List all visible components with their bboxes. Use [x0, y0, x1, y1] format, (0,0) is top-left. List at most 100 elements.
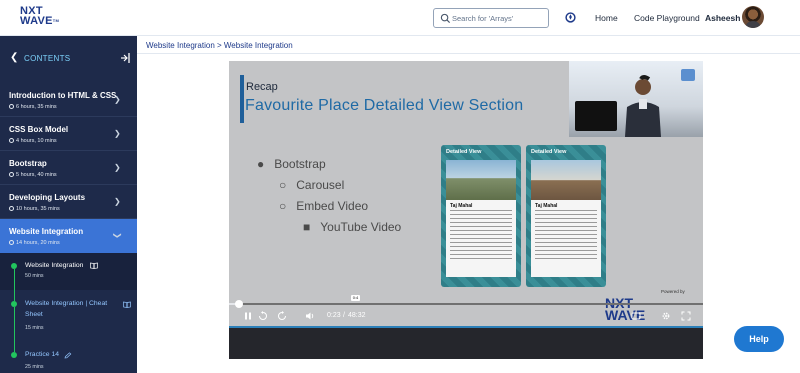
search-icon: [440, 13, 451, 24]
place-image: [531, 160, 601, 200]
slide-bullet-level1: ● Bootstrap: [257, 157, 326, 171]
avatar[interactable]: [742, 6, 764, 28]
lesson-title: Practice 14: [25, 351, 60, 358]
phone-header: Detailed View: [446, 149, 482, 155]
lesson-practice-14[interactable]: Practice 14 25 mins: [0, 340, 137, 373]
book-icon: [90, 262, 98, 269]
chevron-left-icon[interactable]: ❮: [10, 53, 18, 63]
video-bottom-strip: [229, 326, 703, 328]
lesson-website-integration-cheat-sheet[interactable]: Website Integration | Cheat Sheet 15 min…: [0, 290, 137, 340]
progress-line: [13, 269, 15, 290]
lesson-title: Website Integration: [25, 262, 84, 269]
content-divider: [137, 53, 800, 54]
nxtwave-logo[interactable]: NXT WAVETM: [20, 6, 60, 30]
section-duration: 5 hours, 40 mins: [9, 172, 57, 178]
fullscreen-icon[interactable]: [681, 311, 691, 321]
slide-bullet-level2: ○ Embed Video: [279, 199, 369, 213]
instructor-webcam: [569, 61, 703, 137]
laptop-shape: [575, 101, 617, 131]
section-title: Bootstrap: [9, 159, 47, 168]
forward-10-icon[interactable]: [277, 311, 287, 321]
section-title: Introduction to HTML & CSS: [9, 91, 117, 100]
collapse-sidebar-icon[interactable]: [120, 52, 130, 64]
seek-tooltip: 0:4: [351, 295, 360, 301]
logo-text-bottom: WAVE: [20, 15, 53, 27]
phone-card: Taj Mahal: [531, 160, 601, 277]
video-frame[interactable]: Recap Favourite Place Detailed View Sect…: [229, 61, 703, 326]
lesson-duration: 15 mins: [25, 325, 44, 331]
place-name: Taj Mahal: [450, 203, 473, 209]
lesson-duration: 50 mins: [25, 273, 44, 279]
chevron-right-icon: ❯: [114, 197, 121, 206]
chevron-down-icon: ❯: [112, 232, 122, 239]
progress-knob[interactable]: [235, 300, 243, 308]
breadcrumb[interactable]: Website Integration > Website Integratio…: [146, 41, 293, 50]
section-css-box-model[interactable]: CSS Box Model 4 hours, 10 mins ❯: [0, 117, 137, 151]
phone-card: Taj Mahal: [446, 160, 516, 277]
phone-header: Detailed View: [531, 149, 567, 155]
nav-home-link[interactable]: Home: [595, 13, 618, 23]
progress-line: [13, 290, 15, 301]
streak-icon[interactable]: [565, 11, 576, 23]
video-player[interactable]: Recap Favourite Place Detailed View Sect…: [229, 61, 703, 359]
section-title: Developing Layouts: [9, 193, 86, 202]
logo-tm: TM: [52, 18, 60, 23]
top-navbar: NXT WAVETM Home Code Playground Asheesh: [0, 0, 800, 36]
slide-bullet-level3: ■ YouTube Video: [303, 220, 402, 234]
pause-icon[interactable]: [243, 311, 253, 321]
chevron-right-icon: ❯: [114, 163, 121, 172]
book-icon: [123, 301, 131, 308]
sidebar-header: ❮ CONTENTS: [0, 50, 137, 66]
clock-icon: [9, 172, 14, 177]
video-progress-bar[interactable]: [229, 300, 703, 308]
user-name[interactable]: Asheesh: [705, 13, 740, 23]
rewind-10-icon[interactable]: [258, 311, 268, 321]
clock-icon: [9, 104, 14, 109]
phone-mockup: Detailed View Taj Mahal: [526, 145, 606, 287]
pencil-icon: [64, 352, 72, 359]
clock-icon: [9, 206, 14, 211]
slide-accent-bar: [240, 75, 244, 123]
instructor-figure: [625, 75, 661, 137]
slide-recap-label: Recap: [246, 81, 278, 93]
section-duration: 6 hours, 35 mins: [9, 104, 57, 110]
progress-line: [13, 307, 15, 340]
course-sidebar: ❮ CONTENTS Introduction to HTML & CSS 6 …: [0, 36, 137, 373]
section-introduction-html-css[interactable]: Introduction to HTML & CSS 6 hours, 35 m…: [0, 83, 137, 117]
place-description: [450, 210, 512, 262]
progress-line: [13, 340, 15, 352]
chevron-right-icon: ❯: [114, 95, 121, 104]
section-duration: 4 hours, 10 mins: [9, 138, 57, 144]
place-name: Taj Mahal: [535, 203, 558, 209]
section-duration: 10 hours, 35 mins: [9, 206, 60, 212]
slide-bullet-level2: ○ Carousel: [279, 178, 345, 192]
lesson-title-line2: Sheet: [25, 311, 43, 318]
channel-logo-icon: [681, 69, 695, 81]
lesson-website-integration[interactable]: Website Integration 50 mins: [0, 253, 137, 290]
volume-icon[interactable]: [305, 311, 315, 321]
slide-heading: Favourite Place Detailed View Section: [245, 97, 524, 114]
section-website-integration[interactable]: Website Integration 14 hours, 20 mins ❯: [0, 219, 137, 253]
clock-icon: [9, 138, 14, 143]
nav-code-playground-link[interactable]: Code Playground: [634, 13, 700, 23]
place-description: [535, 210, 597, 262]
section-title: CSS Box Model: [9, 125, 69, 134]
lesson-duration: 25 mins: [25, 364, 44, 370]
powered-by-label: Powered by: [661, 289, 685, 294]
phone-mockup: Detailed View Taj Mahal: [441, 145, 521, 287]
time-separator: /: [343, 312, 345, 319]
sidebar-title: CONTENTS: [24, 54, 71, 63]
place-image: [446, 160, 516, 200]
video-duration: 48:32: [348, 312, 366, 319]
lesson-title-line1: Website Integration | Cheat: [25, 300, 108, 307]
search-input[interactable]: [452, 12, 544, 25]
chevron-right-icon: ❯: [114, 129, 121, 138]
settings-gear-icon[interactable]: [661, 311, 671, 321]
section-developing-layouts[interactable]: Developing Layouts 10 hours, 35 mins ❯: [0, 185, 137, 219]
current-time: 0:23: [327, 312, 341, 319]
search-box[interactable]: [433, 8, 549, 28]
section-bootstrap[interactable]: Bootstrap 5 hours, 40 mins ❯: [0, 151, 137, 185]
clock-icon: [9, 240, 14, 245]
help-button[interactable]: Help: [734, 326, 784, 352]
captions-icon[interactable]: [631, 311, 641, 321]
